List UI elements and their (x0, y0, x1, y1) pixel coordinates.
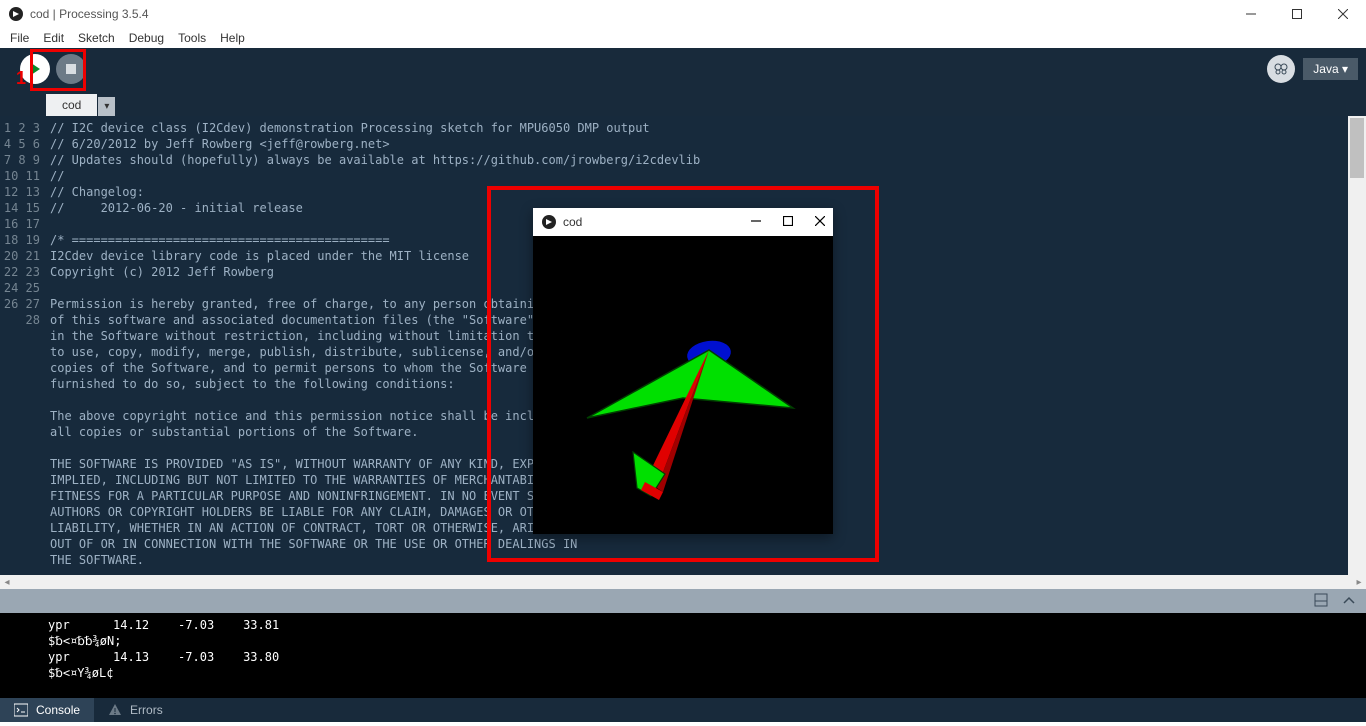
menu-help[interactable]: Help (214, 29, 251, 47)
sketch-close-button[interactable] (815, 215, 825, 229)
processing-icon (541, 214, 557, 230)
errors-tab-label: Errors (130, 703, 163, 717)
menu-edit[interactable]: Edit (37, 29, 70, 47)
stop-icon (65, 63, 77, 75)
annotation-label-1: 1 (16, 68, 26, 89)
window-title: cod | Processing 3.5.4 (30, 7, 149, 21)
console-icon (14, 703, 28, 717)
scroll-left-icon[interactable]: ◂ (0, 575, 14, 589)
close-button[interactable] (1320, 0, 1366, 28)
mode-selector[interactable]: Java ▾ (1303, 58, 1358, 80)
console-tab[interactable]: Console (0, 698, 94, 722)
line-gutter: 1 2 3 4 5 6 7 8 9 10 11 12 13 14 15 16 1… (0, 116, 46, 575)
tab-dropdown[interactable]: ▾ (98, 97, 115, 116)
tab-bar: cod ▾ (0, 90, 1366, 116)
sketch-titlebar[interactable]: cod (533, 208, 833, 236)
play-icon (28, 62, 42, 76)
window-titlebar: cod | Processing 3.5.4 (0, 0, 1366, 28)
sketch-canvas (533, 236, 833, 534)
errors-tab[interactable]: Errors (94, 698, 177, 722)
sketch-maximize-button[interactable] (783, 215, 793, 229)
console-output[interactable]: ypr 14.12 -7.03 33.81 $␢<¤␢␢¾øN; ypr 14.… (0, 613, 1366, 698)
processing-icon (8, 6, 24, 22)
horizontal-scrollbar[interactable]: ◂ ▸ (0, 575, 1366, 589)
debug-toggle-button[interactable] (1267, 55, 1295, 83)
butterfly-icon (1273, 61, 1289, 77)
scroll-right-icon[interactable]: ▸ (1352, 575, 1366, 589)
sketch-minimize-button[interactable] (751, 215, 761, 229)
console-tab-label: Console (36, 703, 80, 717)
mode-label: Java ▾ (1313, 62, 1348, 76)
console-collapse-icon[interactable] (1342, 593, 1356, 610)
menu-file[interactable]: File (4, 29, 35, 47)
minimize-button[interactable] (1228, 0, 1274, 28)
bottom-tab-bar: Console Errors (0, 698, 1366, 722)
sketch-output-window[interactable]: cod (533, 208, 833, 534)
tab-cod[interactable]: cod (46, 94, 97, 116)
scrollbar-thumb[interactable] (1350, 118, 1364, 178)
console-expand-icon[interactable] (1314, 593, 1328, 610)
menu-debug[interactable]: Debug (123, 29, 170, 47)
menu-sketch[interactable]: Sketch (72, 29, 121, 47)
toolbar: Java ▾ (0, 48, 1366, 90)
console-separator[interactable] (0, 589, 1366, 613)
sketch-title: cod (563, 215, 582, 229)
warning-icon (108, 703, 122, 717)
vertical-scrollbar[interactable] (1348, 116, 1366, 575)
maximize-button[interactable] (1274, 0, 1320, 28)
menu-tools[interactable]: Tools (172, 29, 212, 47)
menu-bar: File Edit Sketch Debug Tools Help (0, 28, 1366, 48)
stop-button[interactable] (56, 54, 86, 84)
